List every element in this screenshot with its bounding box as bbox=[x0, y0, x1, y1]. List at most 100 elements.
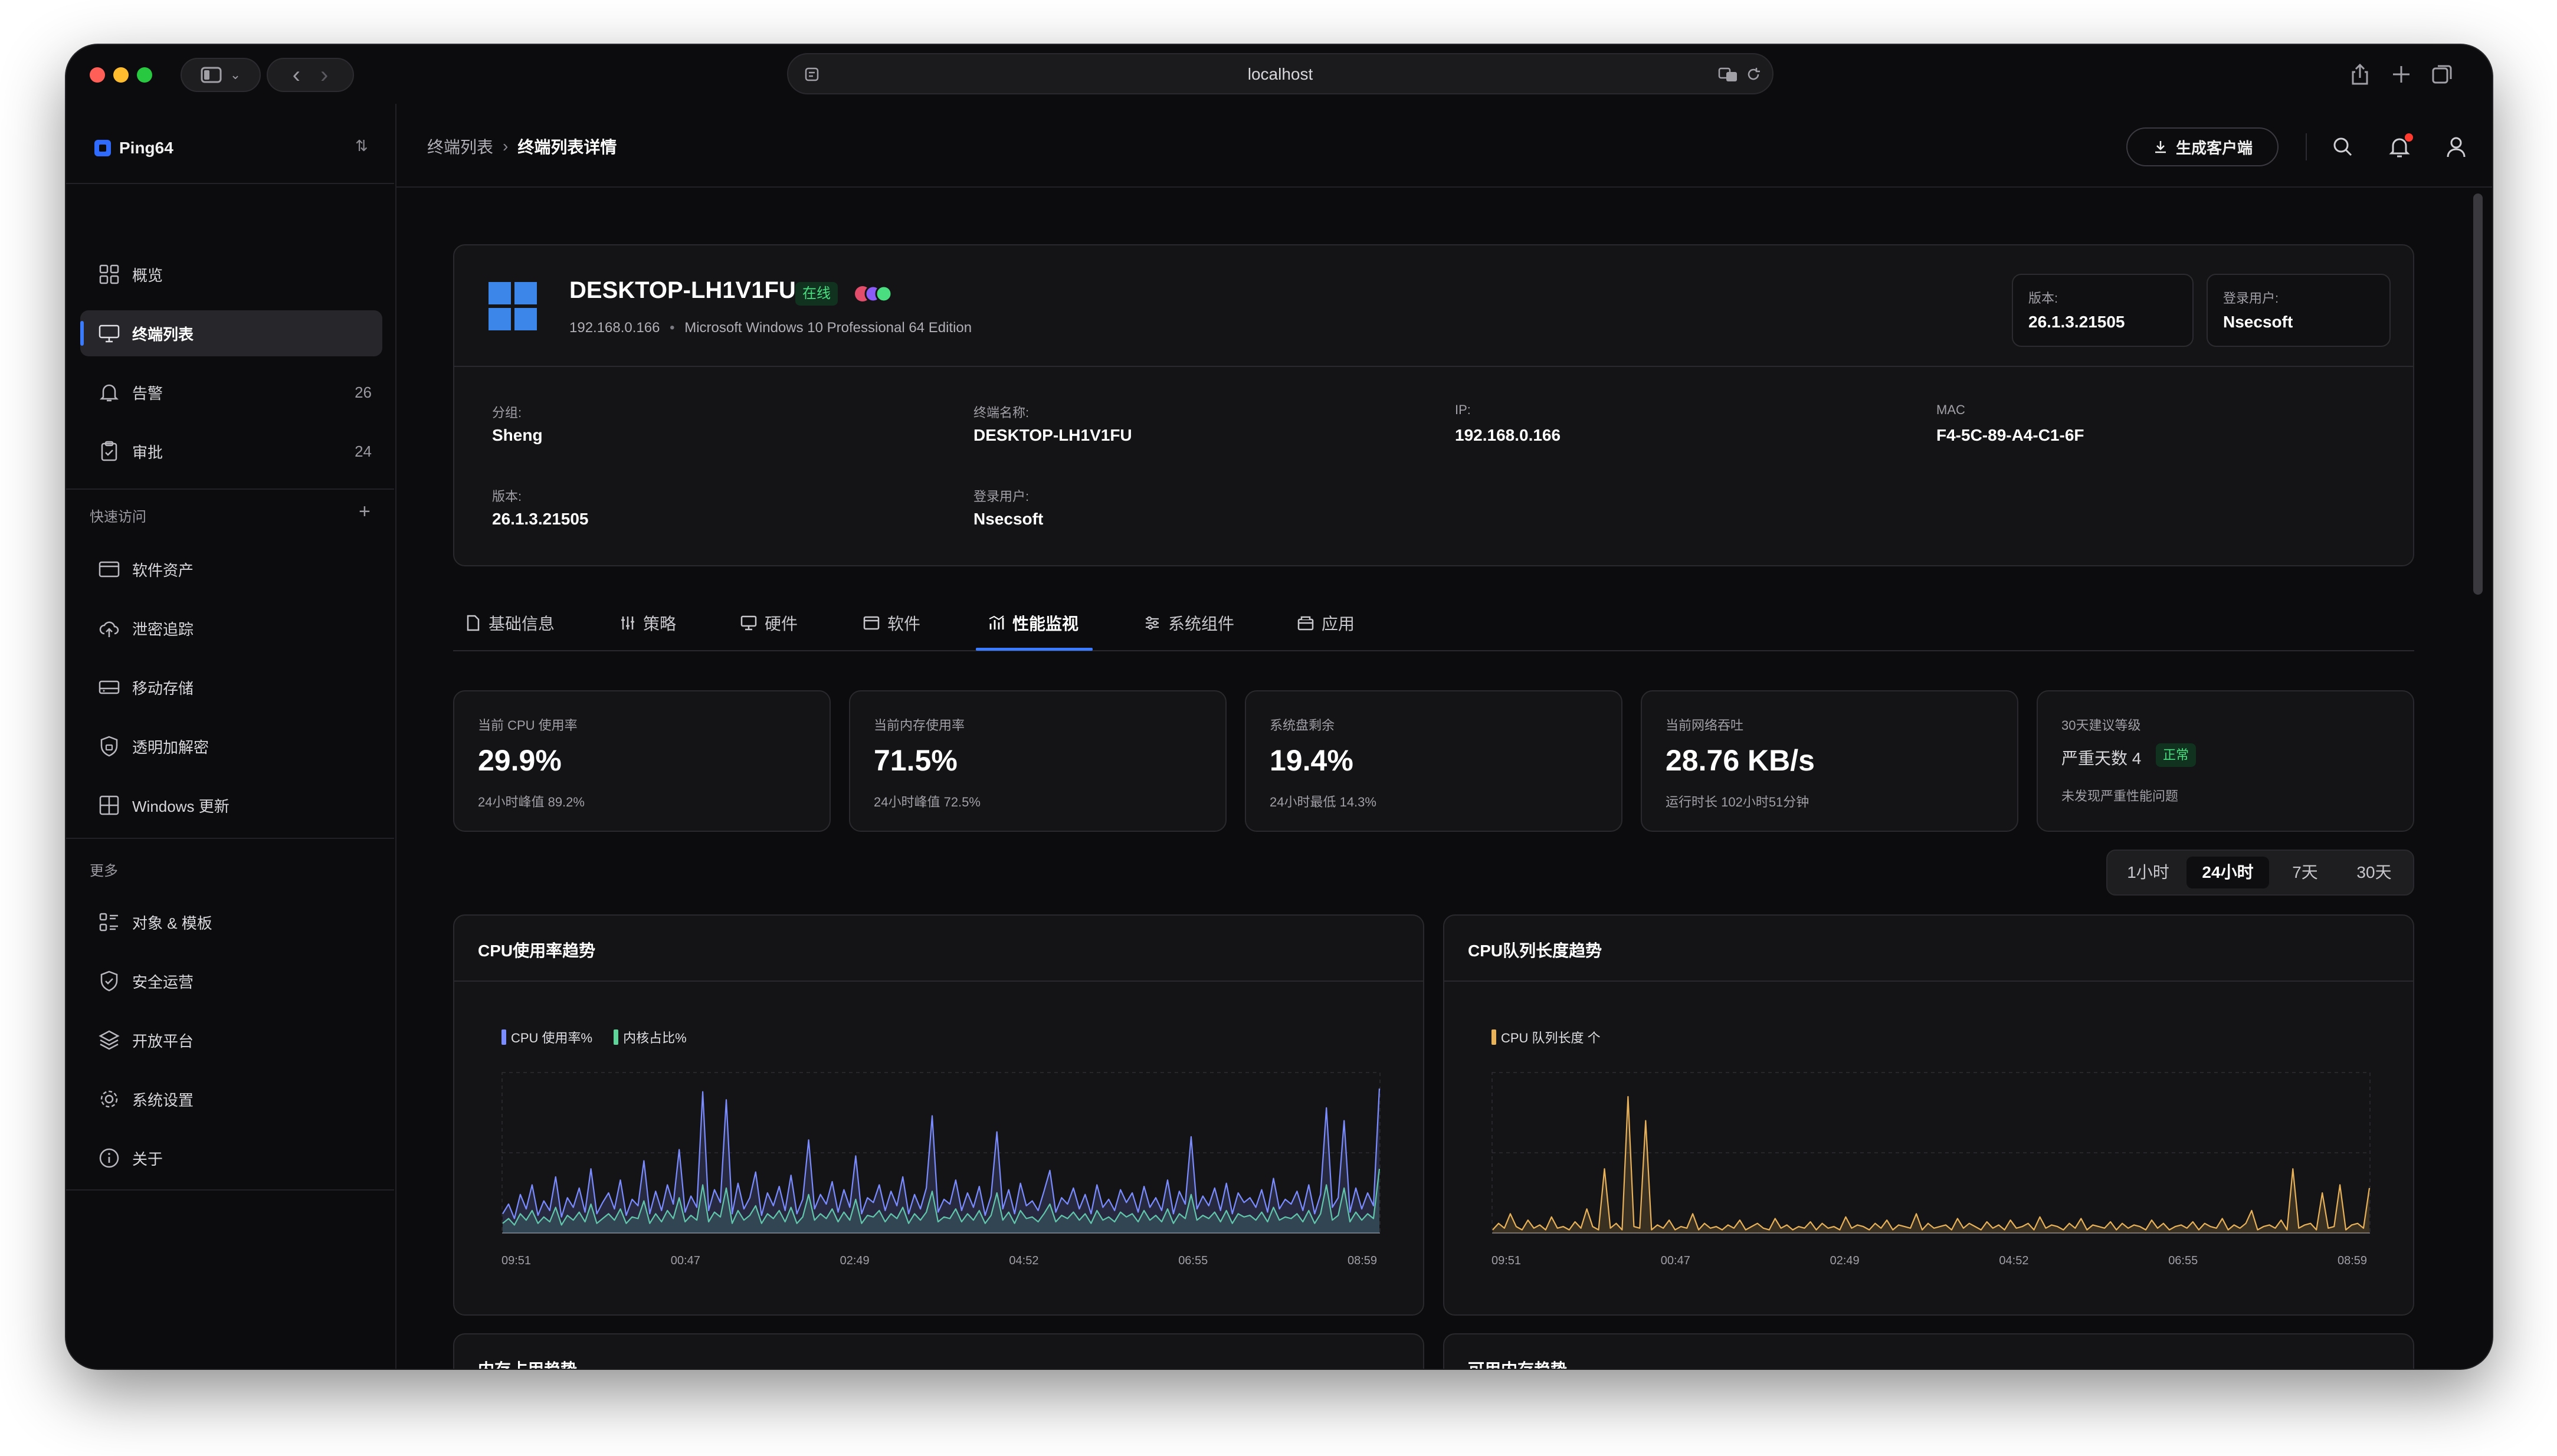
info-icon bbox=[99, 1148, 119, 1168]
tab-policy[interactable]: 策略 bbox=[619, 605, 676, 641]
chart-header-divider bbox=[454, 980, 1423, 982]
range-1h[interactable]: 1小时 bbox=[2113, 857, 2183, 888]
divider bbox=[454, 366, 2413, 367]
sidebar-item-approvals[interactable]: 审批 24 bbox=[80, 428, 382, 474]
group-label: 分组: bbox=[492, 405, 522, 420]
cloud-upload-icon bbox=[99, 621, 119, 637]
health-badge: 正常 bbox=[2156, 743, 2197, 767]
chart-legend: CPU 队列长度 个 bbox=[1491, 1028, 1601, 1047]
sidebar-item-security-ops[interactable]: 安全运营 bbox=[80, 958, 382, 1004]
tab-hardware[interactable]: 硬件 bbox=[740, 605, 798, 641]
range-30d[interactable]: 30天 bbox=[2341, 857, 2407, 888]
stat-value: 28.76 KB/s bbox=[1666, 744, 1815, 777]
tab-label: 系统组件 bbox=[1168, 615, 1235, 633]
sidebar-item-endpoints[interactable]: 终端列表 bbox=[80, 310, 382, 356]
stat-card-cpu: 当前 CPU 使用率 29.9% 24小时峰值 89.2% bbox=[453, 690, 831, 832]
divider bbox=[2306, 133, 2307, 160]
download-icon bbox=[2155, 141, 2166, 153]
mac-label: MAC bbox=[1936, 402, 1965, 417]
tab-performance[interactable]: 性能监视 bbox=[988, 605, 1078, 641]
stat-sub: 24小时峰值 89.2% bbox=[478, 795, 585, 809]
back-icon[interactable]: ‹ bbox=[293, 62, 300, 88]
tab-software[interactable]: 软件 bbox=[863, 605, 920, 641]
close-window-button[interactable] bbox=[90, 67, 105, 83]
ip-value: 192.168.0.166 bbox=[1455, 426, 1561, 444]
browser-window: ⌄ ‹ › localhost Ping64 ⇅ 概览 终端列表 告警 26 审… bbox=[66, 45, 2492, 1369]
severe-days: 严重天数 4 bbox=[2061, 749, 2142, 768]
chart-title: CPU队列长度趋势 bbox=[1468, 942, 1602, 960]
sidebar-item-label: 终端列表 bbox=[132, 325, 194, 343]
chart-icon bbox=[989, 615, 1004, 629]
tabs-divider bbox=[453, 650, 2414, 651]
series-area-0 bbox=[1493, 1096, 2369, 1233]
legend-swatch-kernel bbox=[614, 1029, 619, 1045]
legend-label-cpu: CPU 使用率% bbox=[511, 1031, 593, 1045]
sidebar-item-encryption[interactable]: 透明加解密 bbox=[80, 723, 382, 769]
reload-icon[interactable] bbox=[1745, 66, 1762, 83]
sidebar-item-software-assets[interactable]: 软件资产 bbox=[80, 546, 382, 592]
group-value: Sheng bbox=[492, 426, 543, 444]
device-ip: 192.168.0.166 bbox=[569, 320, 660, 336]
generate-client-button[interactable]: 生成客户端 bbox=[2126, 127, 2279, 166]
login-user-info-value: Nsecsoft bbox=[973, 510, 1044, 528]
cpu-queue-chart-card: CPU队列长度趋势 CPU 队列长度 个 09:51 00:47 02:49 04:5… bbox=[1443, 914, 2414, 1316]
package-icon bbox=[1297, 616, 1314, 631]
tab-label: 硬件 bbox=[765, 615, 798, 633]
sidebar-item-about[interactable]: 关于 bbox=[80, 1135, 382, 1181]
forward-icon[interactable]: › bbox=[320, 62, 328, 88]
workspace-switcher[interactable]: Ping64 bbox=[94, 133, 173, 163]
zoom-window-button[interactable] bbox=[137, 67, 152, 83]
sidebar-item-windows-update[interactable]: Windows 更新 bbox=[80, 782, 382, 828]
divider bbox=[66, 838, 394, 839]
sidebar-item-open-platform[interactable]: 开放平台 bbox=[80, 1017, 382, 1063]
x-tick-label: 00:47 bbox=[670, 1254, 700, 1267]
sidebar-item-leak-tracking[interactable]: 泄密追踪 bbox=[80, 605, 382, 651]
x-tick-label: 08:59 bbox=[2338, 1254, 2368, 1267]
new-tab-icon[interactable] bbox=[2388, 61, 2414, 87]
quick-access-label: 快速访问 bbox=[90, 509, 146, 525]
minimize-window-button[interactable] bbox=[113, 67, 129, 83]
sidebar-item-objects-templates[interactable]: 对象 & 模板 bbox=[80, 899, 382, 945]
address-bar[interactable]: localhost bbox=[787, 53, 1773, 94]
tab-basic-info[interactable]: 基础信息 bbox=[465, 605, 555, 641]
x-tick-label: 02:49 bbox=[1830, 1254, 1860, 1267]
x-tick-label: 08:59 bbox=[1348, 1254, 1378, 1267]
breadcrumb-current: 终端列表详情 bbox=[517, 138, 617, 156]
sidebar-item-label: 泄密追踪 bbox=[132, 620, 194, 638]
approval-count: 24 bbox=[355, 442, 372, 460]
sidebar-toggle-button[interactable]: ⌄ bbox=[181, 58, 261, 92]
memory-usage-chart-card: 内存占用趋势 bbox=[453, 1333, 1424, 1369]
breadcrumb-endpoints-link[interactable]: 终端列表 bbox=[427, 135, 493, 158]
sidebar-item-label: 告警 bbox=[132, 384, 163, 402]
sidebar-item-removable-storage[interactable]: 移动存储 bbox=[80, 664, 382, 710]
tab-applications[interactable]: 应用 bbox=[1297, 605, 1355, 641]
terminal-name-value: DESKTOP-LH1V1FU bbox=[973, 426, 1132, 444]
chart-title: 内存占用趋势 bbox=[478, 1357, 577, 1369]
mac-value: F4-5C-89-A4-C1-6F bbox=[1936, 426, 2084, 444]
search-icon[interactable] bbox=[2329, 133, 2356, 160]
grid-icon bbox=[99, 264, 119, 284]
sidebar-item-alerts[interactable]: 告警 26 bbox=[80, 369, 382, 415]
range-24h[interactable]: 24小时 bbox=[2186, 857, 2269, 888]
add-quick-access-icon[interactable]: + bbox=[359, 500, 371, 523]
x-tick-label: 06:55 bbox=[1178, 1254, 1208, 1267]
legend-label-queue: CPU 队列长度 个 bbox=[1501, 1031, 1601, 1045]
stat-sub: 运行时长 102小时51分钟 bbox=[1666, 795, 1809, 809]
stat-sub: 24小时峰值 72.5% bbox=[874, 795, 981, 809]
sidebar-icon bbox=[201, 67, 222, 83]
chevron-updown-icon[interactable]: ⇅ bbox=[355, 137, 368, 155]
stat-sub: 未发现严重性能问题 bbox=[2061, 789, 2179, 804]
tab-system-components[interactable]: 系统组件 bbox=[1143, 605, 1234, 641]
shield-check-icon bbox=[100, 970, 118, 992]
tabs-overview-icon[interactable] bbox=[2430, 61, 2456, 87]
range-7d[interactable]: 7天 bbox=[2273, 857, 2338, 888]
chart-header-divider bbox=[1444, 980, 2413, 982]
share-icon[interactable] bbox=[2347, 61, 2373, 87]
user-icon[interactable] bbox=[2443, 133, 2470, 160]
sidebar-item-overview[interactable]: 概览 bbox=[80, 251, 382, 297]
translate-icon[interactable] bbox=[1718, 66, 1738, 83]
scrollbar-thumb[interactable] bbox=[2473, 194, 2483, 595]
stat-label: 系统盘剩余 bbox=[1270, 718, 1335, 733]
hard-drive-icon bbox=[99, 680, 120, 694]
sidebar-item-system-settings[interactable]: 系统设置 bbox=[80, 1076, 382, 1122]
